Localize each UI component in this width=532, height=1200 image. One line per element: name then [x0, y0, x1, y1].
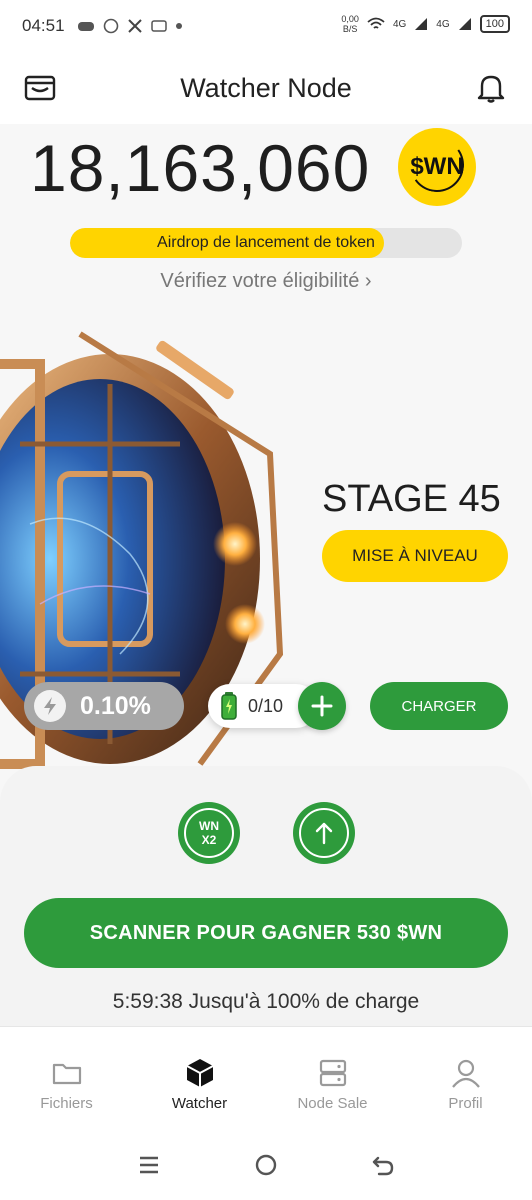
- charge-timer: 5:59:38 Jusqu'à 100% de charge: [112, 990, 420, 1013]
- token-badge: $WN: [398, 128, 476, 206]
- scan-panel: WN X2 SCANNER POUR GAGNER 530 $WN 5:59:3…: [0, 766, 532, 1036]
- dot-icon: [175, 23, 182, 29]
- network-speed: 0,00 B/S: [341, 14, 359, 34]
- airdrop-label: Airdrop de lancement de token: [157, 234, 375, 251]
- back-arrow-icon: [373, 1156, 394, 1176]
- plus-icon: [311, 695, 333, 717]
- upgrade-boost-button[interactable]: [293, 802, 355, 864]
- home-circle-icon: [255, 1154, 277, 1176]
- speed-unit: B/S: [342, 24, 358, 34]
- status-bar: 04:51 0,00 B/S 4G 4G 100: [0, 0, 532, 52]
- balance-row: 18,163,060: [30, 130, 370, 206]
- tab-profil[interactable]: Profil: [399, 1027, 532, 1130]
- airdrop-progress-bar[interactable]: Airdrop de lancement de token: [70, 228, 462, 258]
- network-type-2: 4G: [436, 18, 450, 30]
- menu-icon: [139, 1156, 158, 1174]
- tab-watcher[interactable]: Watcher: [133, 1027, 266, 1130]
- game-controller-icon: [77, 22, 94, 31]
- x-icon: [127, 19, 142, 33]
- bottom-tab-bar: Fichiers Watcher Node Sale Profil: [0, 1026, 532, 1130]
- signal-icon: [415, 18, 428, 30]
- multiplier-bottom-label: X2: [201, 833, 217, 847]
- arrow-up-icon: [299, 808, 349, 858]
- eligibility-link[interactable]: Vérifiez votre éligibilité ›: [0, 270, 532, 293]
- message-icon: [150, 20, 167, 32]
- bell-icon[interactable]: [476, 72, 506, 104]
- tab-label: Profil: [448, 1095, 483, 1112]
- mining-rate-value: 0.10%: [80, 691, 151, 720]
- cube-icon: [186, 1059, 213, 1087]
- multiplier-boost-button[interactable]: WN X2: [178, 802, 240, 864]
- back-button[interactable]: [368, 1150, 398, 1180]
- token-ring-icon: [405, 133, 469, 197]
- mining-rate-pill: 0.10%: [24, 682, 184, 730]
- battery-count: 0/10: [248, 695, 284, 716]
- status-time: 04:51: [22, 16, 65, 35]
- tab-label: Node Sale: [297, 1095, 368, 1112]
- home-button[interactable]: [251, 1150, 281, 1180]
- stage-label: STAGE 45: [322, 478, 501, 520]
- speed-value: 0,00: [341, 14, 359, 24]
- server-icon: [319, 1059, 346, 1087]
- folder-icon: [52, 1063, 81, 1085]
- tab-label: Watcher: [171, 1095, 228, 1112]
- lightning-icon: [34, 690, 66, 722]
- upgrade-button[interactable]: MISE À NIVEAU: [322, 530, 508, 582]
- user-icon: [451, 1059, 480, 1088]
- green-battery-icon: [221, 692, 237, 720]
- add-battery-button[interactable]: [298, 682, 346, 730]
- tab-label: Fichiers: [40, 1095, 93, 1112]
- app-header: Watcher Node: [0, 52, 532, 124]
- system-nav-bar: [0, 1130, 532, 1200]
- status-right: 0,00 B/S 4G 4G 100: [341, 14, 510, 34]
- whatsapp-icon: [103, 18, 118, 34]
- wifi-icon: [367, 17, 385, 29]
- notification-icons: [77, 18, 183, 34]
- page-title: Watcher Node: [180, 72, 352, 103]
- charge-button[interactable]: CHARGER: [370, 682, 508, 730]
- tab-node-sale[interactable]: Node Sale: [266, 1027, 399, 1130]
- network-type-1: 4G: [392, 18, 407, 30]
- battery-indicator: 100: [479, 15, 510, 33]
- signal-icon: [458, 18, 471, 30]
- recent-apps-button[interactable]: [134, 1150, 164, 1180]
- multiplier-badge: WN X2: [184, 808, 234, 858]
- balance-value: 18,163,060: [30, 131, 371, 205]
- wallet-icon[interactable]: [24, 74, 56, 102]
- multiplier-top-label: WN: [199, 819, 219, 833]
- tab-fichiers[interactable]: Fichiers: [0, 1027, 133, 1130]
- scan-to-earn-button[interactable]: SCANNER POUR GAGNER 530 $WN: [24, 898, 508, 968]
